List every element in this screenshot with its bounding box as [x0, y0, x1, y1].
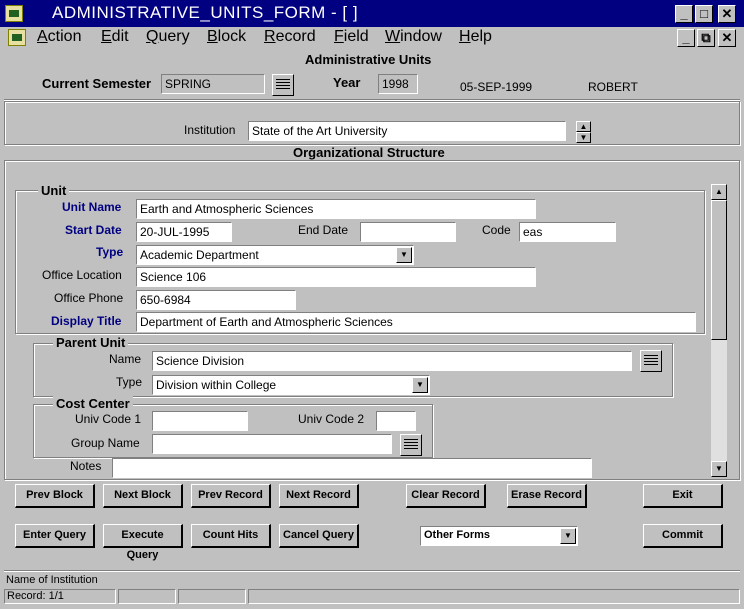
type-label: Type — [96, 245, 124, 259]
parent-type-select[interactable]: Division within College — [152, 375, 430, 395]
parent-name-lov-button[interactable] — [640, 350, 662, 372]
menu-block[interactable]: Block — [207, 28, 246, 46]
type-select[interactable]: Academic Department — [136, 245, 414, 265]
notes-label: Notes — [70, 459, 102, 473]
prev-record-button[interactable]: Prev Record — [191, 484, 271, 508]
window-title: ADMINISTRATIVE_UNITS_FORM - [ ] — [52, 3, 359, 22]
univ-code1-label: Univ Code 1 — [75, 412, 142, 426]
status-bar: Record: 1/1 — [4, 589, 740, 604]
code-label: Code — [482, 223, 511, 237]
univ-code2-field[interactable] — [376, 411, 416, 431]
menu-query[interactable]: Query — [146, 28, 190, 46]
menu-record[interactable]: Record — [264, 28, 316, 46]
doc-close-button[interactable]: ✕ — [718, 29, 736, 47]
end-date-label: End Date — [298, 223, 349, 237]
close-button[interactable]: ✕ — [718, 5, 736, 23]
maximize-button[interactable]: □ — [695, 5, 713, 23]
current-user: ROBERT — [588, 80, 638, 94]
notes-field[interactable] — [112, 458, 592, 478]
year-label: Year — [333, 75, 361, 90]
count-hits-button[interactable]: Count Hits — [191, 524, 271, 548]
end-date-field[interactable] — [360, 222, 456, 242]
parent-name-label: Name — [109, 352, 142, 366]
univ-code1-field[interactable] — [152, 411, 248, 431]
code-field[interactable]: eas — [519, 222, 616, 242]
parent-type-label: Type — [116, 375, 143, 389]
scroll-down-arrow[interactable]: ▼ — [711, 461, 727, 477]
next-block-button[interactable]: Next Block — [103, 484, 183, 508]
group-name-field[interactable] — [152, 434, 392, 454]
semester-lov-button[interactable] — [272, 74, 294, 96]
commit-button[interactable]: Commit — [643, 524, 723, 548]
app-icon[interactable] — [5, 5, 23, 22]
office-location-field[interactable]: Science 106 — [136, 267, 536, 287]
divider-bottom — [4, 570, 740, 572]
start-date-label: Start Date — [65, 223, 122, 237]
institution-label: Institution — [184, 123, 236, 137]
unit-name-label: Unit Name — [62, 200, 122, 214]
menu-bar: Action Edit Query Block Record Field Win… — [0, 27, 744, 49]
parent-type-dropdown-arrow[interactable]: ▼ — [412, 377, 428, 393]
office-location-label: Office Location — [42, 268, 122, 282]
status-hint: Name of Institution — [6, 574, 98, 586]
display-title-field[interactable]: Department of Earth and Atmospheric Scie… — [136, 312, 696, 332]
next-record-button[interactable]: Next Record — [279, 484, 359, 508]
parent-unit-legend: Parent Unit — [53, 335, 129, 350]
scroll-up-arrow[interactable]: ▲ — [711, 184, 727, 200]
institution-down-arrow[interactable]: ▼ — [576, 132, 591, 143]
cost-center-legend: Cost Center — [53, 396, 133, 411]
menu-window[interactable]: Window — [385, 28, 442, 46]
unit-name-field[interactable]: Earth and Atmospheric Sciences — [136, 199, 536, 219]
other-forms-dropdown-arrow[interactable]: ▼ — [560, 528, 576, 544]
type-dropdown-arrow[interactable]: ▼ — [396, 247, 412, 263]
main-scrollbar[interactable]: ▲ ▼ — [711, 184, 727, 477]
current-date: 05-SEP-1999 — [460, 80, 533, 94]
other-forms-select[interactable]: Other Forms — [420, 526, 578, 546]
erase-record-button[interactable]: Erase Record — [507, 484, 587, 508]
office-phone-label: Office Phone — [54, 291, 124, 305]
semester-field[interactable]: SPRING — [161, 74, 265, 94]
institution-field[interactable]: State of the Art University — [248, 121, 566, 141]
start-date-field[interactable]: 20-JUL-1995 — [136, 222, 232, 242]
scroll-thumb[interactable] — [711, 200, 727, 340]
org-structure-title: Organizational Structure — [293, 145, 445, 160]
clear-record-button[interactable]: Clear Record — [406, 484, 486, 508]
cancel-query-button[interactable]: Cancel Query — [279, 524, 359, 548]
group-name-lov-button[interactable] — [400, 434, 422, 456]
menu-action[interactable]: Action — [37, 28, 81, 46]
univ-code2-label: Univ Code 2 — [298, 412, 365, 426]
status-cell-3 — [178, 589, 246, 604]
title-bar: ADMINISTRATIVE_UNITS_FORM - [ ] _ □ ✕ — [0, 0, 744, 27]
group-name-label: Group Name — [71, 436, 140, 450]
status-cell-2 — [118, 589, 176, 604]
menu-help[interactable]: Help — [459, 28, 492, 46]
doc-minimize-button[interactable]: _ — [677, 29, 695, 47]
minimize-button[interactable]: _ — [675, 5, 693, 23]
execute-query-button[interactable]: Execute Query — [103, 524, 183, 561]
document-icon[interactable] — [8, 29, 26, 46]
record-indicator: Record: 1/1 — [4, 589, 116, 604]
display-title-label: Display Title — [51, 314, 122, 328]
status-cell-4 — [248, 589, 740, 604]
office-phone-field[interactable]: 650-6984 — [136, 290, 296, 310]
menu-edit[interactable]: Edit — [101, 28, 129, 46]
year-field[interactable]: 1998 — [378, 74, 418, 94]
institution-up-arrow[interactable]: ▲ — [576, 121, 591, 132]
unit-legend: Unit — [38, 183, 70, 198]
form-title: Administrative Units — [305, 52, 432, 67]
menu-field[interactable]: Field — [334, 28, 369, 46]
enter-query-button[interactable]: Enter Query — [15, 524, 95, 548]
parent-name-field[interactable]: Science Division — [152, 351, 632, 371]
exit-button[interactable]: Exit — [643, 484, 723, 508]
prev-block-button[interactable]: Prev Block — [15, 484, 95, 508]
doc-restore-button[interactable]: ⧉ — [697, 29, 715, 47]
semester-label: Current Semester — [42, 76, 152, 91]
